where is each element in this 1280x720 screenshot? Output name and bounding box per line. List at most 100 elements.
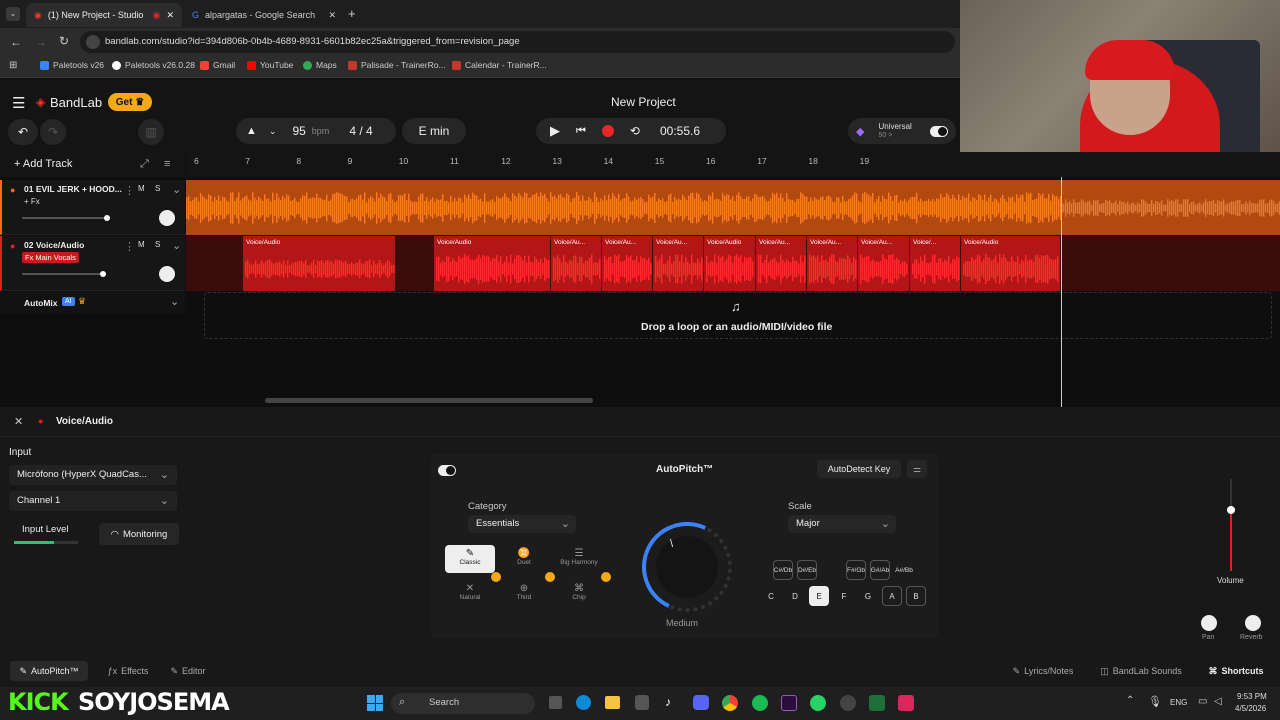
fx-badge[interactable]: Fx Main Vocals: [22, 252, 79, 263]
bookmark-gmail[interactable]: Gmail: [200, 60, 235, 70]
volume-slider[interactable]: [22, 271, 106, 277]
preset-big-harmony[interactable]: ☰ Big Harmony: [553, 545, 605, 573]
drop-zone[interactable]: ♫ Drop a loop or an audio/MIDI/video fil…: [204, 292, 1272, 339]
pan-knob[interactable]: [159, 210, 175, 226]
settings-app-icon[interactable]: [840, 695, 856, 711]
chevron-down-icon[interactable]: ⌄: [269, 126, 277, 137]
track-settings-icon[interactable]: ≡: [164, 158, 170, 170]
task-view-icon[interactable]: [549, 696, 562, 709]
key-b[interactable]: B: [906, 586, 926, 606]
key-e[interactable]: E: [809, 586, 829, 606]
bpm-value[interactable]: 95: [292, 124, 305, 138]
spotify-icon[interactable]: [752, 695, 768, 711]
tab-lyrics[interactable]: ✎ Lyrics/Notes: [1004, 661, 1082, 681]
back-icon[interactable]: ←: [10, 35, 22, 49]
autopitch-toggle[interactable]: [438, 465, 456, 476]
skip-back-icon[interactable]: ⏮: [576, 125, 586, 138]
solo-button[interactable]: S: [155, 184, 160, 193]
tab-google[interactable]: G alpargatas - Google Search ✕: [184, 3, 344, 27]
tab-search-button[interactable]: ⌄: [6, 7, 20, 21]
reload-icon[interactable]: ↻: [59, 34, 69, 48]
edge-icon[interactable]: [576, 695, 591, 710]
redo-button[interactable]: ↷: [40, 119, 66, 145]
menu-icon[interactable]: ☰: [12, 94, 25, 112]
store-icon[interactable]: [635, 695, 649, 710]
track-name[interactable]: 02 Voice/Audio: [24, 240, 84, 250]
close-panel-icon[interactable]: ✕: [14, 415, 23, 428]
apps-grid-icon[interactable]: ⊞: [9, 60, 17, 71]
bookmark-paletools[interactable]: Paletools v26: [40, 60, 104, 70]
tab-bandlab-sounds[interactable]: ◫ BandLab Sounds: [1094, 661, 1188, 681]
scale-select[interactable]: Major ⌄: [788, 515, 896, 533]
taskbar-search[interactable]: ⌕ Search: [391, 693, 535, 714]
key-a-sharp[interactable]: A#/Bb: [894, 560, 914, 580]
tempo-control[interactable]: ▲ ⌄ 95 bpm 4 / 4: [236, 118, 396, 144]
key-a[interactable]: A: [882, 586, 902, 606]
key-c-sharp[interactable]: C#/Db: [773, 560, 793, 580]
windows-start-icon[interactable]: [367, 695, 383, 711]
preset-classic[interactable]: ✎ Classic: [445, 545, 495, 573]
app-icon[interactable]: [869, 695, 885, 711]
play-icon[interactable]: ▶: [550, 123, 560, 139]
key-f[interactable]: F: [834, 586, 854, 606]
preset-chip[interactable]: ⌘ Chip: [553, 572, 611, 608]
universal-control[interactable]: ◆ Universal 50 >: [848, 118, 956, 144]
key-d-sharp[interactable]: D#/Eb: [797, 560, 817, 580]
track-2-clips[interactable]: Voice/Audio Voice/Audio Voice/Au... Voice/A…: [186, 236, 1280, 291]
record-icon[interactable]: [601, 125, 614, 137]
solo-button[interactable]: S: [155, 240, 160, 249]
chevron-down-icon[interactable]: ⌄: [170, 295, 179, 308]
track-name[interactable]: 01 EVIL JERK + HOOD...: [24, 184, 122, 194]
chevron-down-icon[interactable]: ⌄: [172, 183, 181, 196]
url-field[interactable]: bandlab.com/studio?id=394d806b-0b4b-4689…: [80, 31, 955, 53]
bookmark-maps[interactable]: Maps: [303, 60, 337, 70]
track-2-lane[interactable]: Voice/Audio Voice/Audio Voice/Au... Voice/A…: [186, 236, 1280, 291]
autodetect-key-button[interactable]: AutoDetect Key: [817, 460, 901, 478]
key-f-sharp[interactable]: F#/Gb: [846, 560, 866, 580]
bookmark-youtube[interactable]: YouTube: [247, 60, 293, 70]
playhead[interactable]: [1061, 177, 1062, 407]
preset-third[interactable]: ⊕ Third: [499, 572, 555, 608]
microphone-tray-icon[interactable]: 🎙: [1148, 695, 1162, 708]
chevron-down-icon[interactable]: ⌄: [172, 239, 181, 252]
preset-duet[interactable]: ♊ Duet: [499, 545, 549, 573]
tab-editor[interactable]: ✎ Editor: [163, 661, 213, 681]
timeline-ruler[interactable]: 6 7 8 9 10 11 12 13 14 15 16 17 18 19: [186, 152, 1280, 177]
forward-icon[interactable]: →: [35, 35, 47, 49]
time-signature[interactable]: 4 / 4: [349, 124, 372, 138]
monitoring-button[interactable]: ◠ Monitoring: [99, 523, 179, 545]
get-button[interactable]: Get ♛: [108, 93, 152, 111]
add-track-button[interactable]: + Add Track: [14, 158, 72, 170]
loop-icon[interactable]: ⟲: [630, 124, 640, 138]
mute-button[interactable]: M: [138, 240, 145, 249]
site-info-icon[interactable]: [86, 35, 100, 49]
more-icon[interactable]: ⋮: [124, 240, 135, 253]
undo-button[interactable]: ↶: [8, 119, 38, 145]
category-select[interactable]: Essentials ⌄: [468, 515, 576, 533]
automix-row[interactable]: AutoMix AI ♛ ⌄: [0, 292, 185, 314]
tab-shortcuts[interactable]: ⌘ Shortcuts: [1200, 661, 1272, 681]
volume-fader[interactable]: [1215, 479, 1247, 571]
volume-slider[interactable]: [22, 215, 110, 221]
channel-select[interactable]: Channel 1 ⌄: [9, 491, 177, 511]
tool-icon[interactable]: ⤢: [140, 158, 149, 171]
universal-toggle[interactable]: [930, 125, 948, 137]
pan-knob[interactable]: [159, 266, 175, 282]
track-1-clip[interactable]: [186, 180, 1280, 235]
key-g-sharp[interactable]: G#/Ab: [870, 560, 890, 580]
track-row-2[interactable]: ● 02 Voice/Audio Fx Main Vocals ⋮ M S ⌄: [0, 236, 185, 291]
keyboard-button[interactable]: ▥: [138, 119, 164, 145]
strength-knob[interactable]: \: [629, 509, 745, 625]
bookmark-calendar[interactable]: Calendar - TrainerR...: [452, 60, 547, 70]
settings-sliders-icon[interactable]: ⚌: [907, 460, 927, 478]
tiktok-icon[interactable]: ♪: [665, 695, 671, 709]
mute-button[interactable]: M: [138, 184, 145, 193]
whatsapp-icon[interactable]: [810, 695, 826, 711]
discord-icon[interactable]: [693, 695, 709, 710]
horizontal-scrollbar[interactable]: [265, 398, 593, 403]
track-row-1[interactable]: ● 01 EVIL JERK + HOOD... + Fx ⋮ M S ⌄: [0, 180, 185, 235]
reverb-knob[interactable]: [1245, 615, 1261, 631]
chrome-icon[interactable]: [722, 695, 738, 711]
network-icon[interactable]: ▭: [1198, 696, 1207, 707]
tiktok-live-icon[interactable]: [898, 695, 914, 711]
